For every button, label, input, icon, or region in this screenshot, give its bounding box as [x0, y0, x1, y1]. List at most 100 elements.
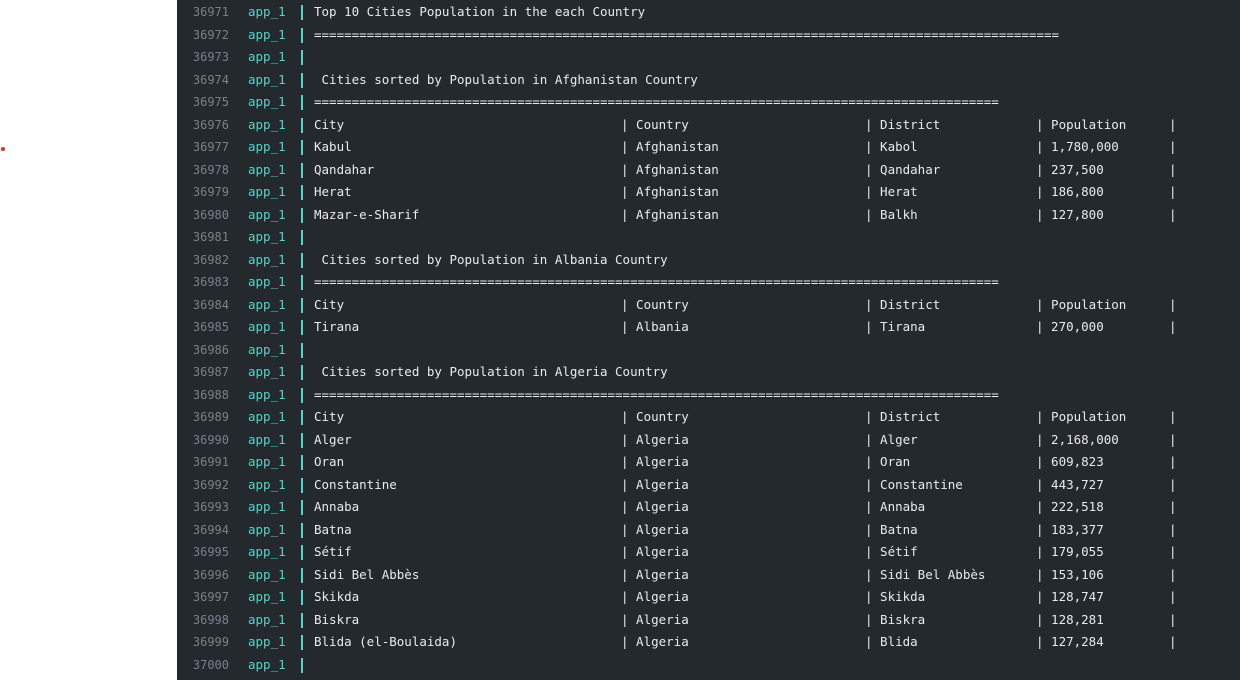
service-separator [301, 297, 303, 313]
cell-city: Annaba [314, 499, 360, 514]
line-number: 36983 [192, 275, 229, 289]
log-output-panel[interactable]: 36971 app_1 Top 10 Cities Population in th… [177, 0, 1240, 680]
cell-country: | Algeria [621, 431, 689, 447]
cell-population: | 270,000 [1036, 319, 1104, 334]
cell-district: | District [865, 116, 941, 132]
service-separator [301, 320, 303, 335]
service-name: app_1 [248, 409, 286, 424]
line-number: 36978 [192, 162, 229, 177]
cell-population: | 153,106 [1036, 566, 1104, 582]
line-number: 36994 [192, 522, 229, 537]
page: 36971 app_1 Top 10 Cities Population in th… [0, 0, 1240, 680]
cell-end: | [1169, 184, 1177, 199]
service-name: app_1 [248, 544, 286, 559]
cell-end: | [1169, 431, 1177, 447]
service-name: app_1 [248, 116, 286, 132]
cell-country: | Algeria [621, 566, 689, 582]
service-name: app_1 [248, 431, 286, 447]
line-number: 36985 [192, 320, 229, 334]
red-marker-dot [1, 147, 5, 151]
service-name: app_1 [248, 364, 286, 379]
cell-city: City [314, 409, 345, 424]
cell-district: | Balkh [865, 206, 918, 222]
cell-district: | District [865, 296, 941, 312]
cell-city: City [314, 296, 345, 312]
cell-end: | [1169, 589, 1177, 604]
log-line: 36981 app_1 [177, 226, 1240, 249]
cell-end: | [1169, 611, 1177, 627]
service-name: app_1 [248, 634, 286, 649]
line-number: 36974 [192, 72, 229, 87]
cell-end: | [1169, 499, 1177, 514]
cell-district: | Skikda [865, 589, 926, 604]
cell-city: Tirana [314, 319, 360, 334]
log-line: 36992 app_1 Constantine | Algeria | Constant… [177, 474, 1240, 497]
line-number: 36984 [192, 297, 229, 312]
cell-country: | Albania [621, 319, 689, 334]
cell-district: | Oran [865, 454, 911, 469]
cell-country: | Country [621, 296, 689, 312]
log-message: ========================================… [314, 26, 1060, 42]
cell-district: | Qandahar [865, 161, 941, 177]
service-name: app_1 [248, 184, 286, 199]
service-separator [301, 477, 303, 493]
log-line: 36971 app_1 Top 10 Cities Population in th… [177, 1, 1240, 24]
service-separator [301, 185, 303, 200]
cell-end: | [1169, 161, 1177, 177]
line-number: 36981 [192, 230, 229, 244]
cell-population: | 186,800 [1036, 184, 1104, 199]
log-line: 36983 app_1 ==============================… [177, 271, 1240, 294]
line-number: 36996 [192, 567, 229, 582]
line-number: 36998 [192, 612, 229, 627]
service-separator [301, 72, 303, 88]
cell-district: | Alger [865, 431, 918, 447]
log-message: Cities sorted by Population in Algeria C… [314, 364, 668, 379]
cell-country: | Algeria [621, 454, 689, 469]
cell-population: | 127,284 [1036, 634, 1104, 649]
service-separator [301, 590, 303, 605]
cell-country: | Afghanistan [621, 184, 719, 199]
log-line: 36990 app_1 Alger | Algeria | Alger | 2,168,0… [177, 429, 1240, 452]
line-number: 36997 [192, 590, 229, 604]
cell-end: | [1169, 206, 1177, 222]
log-line: 36974 app_1 Cities sorted by Population i… [177, 69, 1240, 92]
service-name: app_1 [248, 589, 286, 604]
line-number: 36976 [192, 117, 229, 132]
cell-population: | Population [1036, 296, 1127, 312]
cell-population: | 179,055 [1036, 544, 1104, 559]
cell-country: | Afghanistan [621, 161, 719, 177]
log-line: 36989 app_1 City | Country | District | Popul… [177, 406, 1240, 429]
service-separator [301, 230, 303, 245]
service-separator [301, 5, 303, 20]
cell-population: | 609,823 [1036, 454, 1104, 469]
cell-end: | [1169, 566, 1177, 582]
service-separator [301, 657, 303, 673]
line-number: 36990 [192, 432, 229, 447]
line-number: 36980 [192, 207, 229, 222]
service-separator [301, 27, 303, 43]
log-message: ========================================… [314, 94, 999, 109]
log-line: 36985 app_1 Tirana | Albania | Tirana | 270,0… [177, 316, 1240, 339]
service-separator [301, 545, 303, 560]
cell-country: | Algeria [621, 521, 689, 537]
log-line: 36996 app_1 Sidi Bel Abbès | Algeria | Sidi … [177, 564, 1240, 587]
cell-city: Alger [314, 431, 352, 447]
line-number: 36988 [192, 387, 229, 402]
cell-country: | Country [621, 409, 689, 424]
service-separator [301, 207, 303, 223]
service-name: app_1 [248, 386, 286, 402]
cell-population: | 128,281 [1036, 611, 1104, 627]
service-name: app_1 [248, 499, 286, 514]
service-name: app_1 [248, 4, 286, 19]
service-separator [301, 387, 303, 403]
log-line: 36998 app_1 Biskra | Algeria | Biskra | 128,2… [177, 609, 1240, 632]
cell-country: | Algeria [621, 476, 689, 492]
log-message: ========================================… [314, 274, 999, 289]
cell-district: | Herat [865, 184, 918, 199]
line-number: 36995 [192, 545, 229, 559]
service-separator [301, 410, 303, 425]
service-name: app_1 [248, 229, 286, 244]
log-line: 36977 app_1 Kabul | Afghanistan | Kabol | 1,7… [177, 136, 1240, 159]
cell-district: | Kabol [865, 139, 918, 154]
cell-population: | 183,377 [1036, 521, 1104, 537]
